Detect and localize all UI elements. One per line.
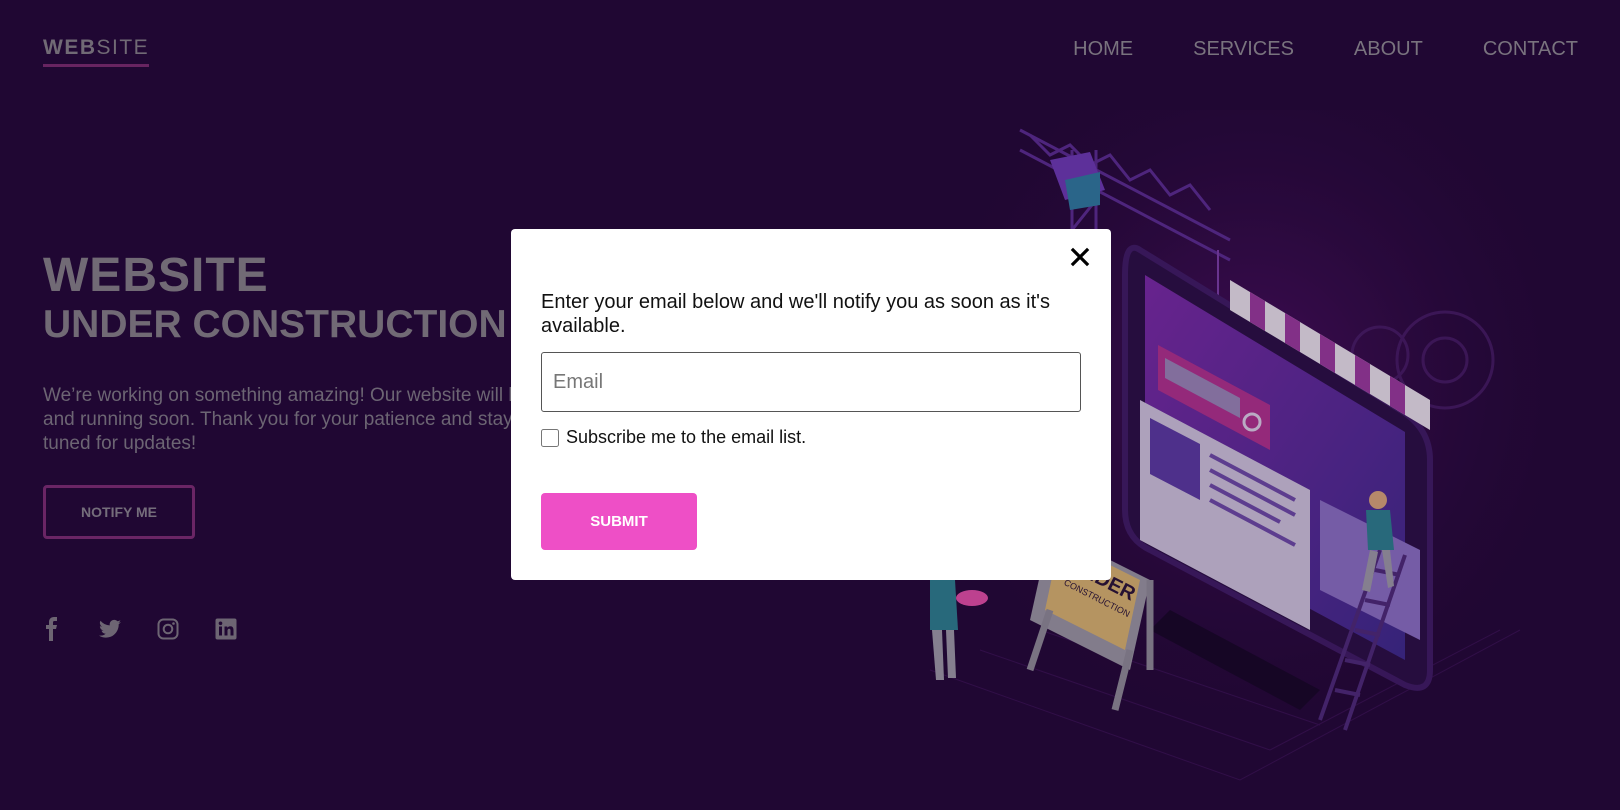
subscribe-checkbox[interactable] — [541, 428, 559, 447]
close-icon — [1070, 247, 1090, 267]
close-button[interactable] — [1068, 245, 1092, 269]
submit-button[interactable]: SUBMIT — [541, 493, 697, 550]
notify-modal: Enter your email below and we'll notify … — [511, 229, 1111, 580]
subscribe-label: Subscribe me to the email list. — [566, 427, 807, 447]
page: WEBSITE HOME SERVICES ABOUT CONTACT WEBS… — [0, 0, 1620, 810]
subscribe-option[interactable]: Subscribe me to the email list. — [541, 427, 806, 448]
email-input[interactable] — [541, 352, 1081, 412]
modal-message: Enter your email below and we'll notify … — [541, 291, 1051, 337]
